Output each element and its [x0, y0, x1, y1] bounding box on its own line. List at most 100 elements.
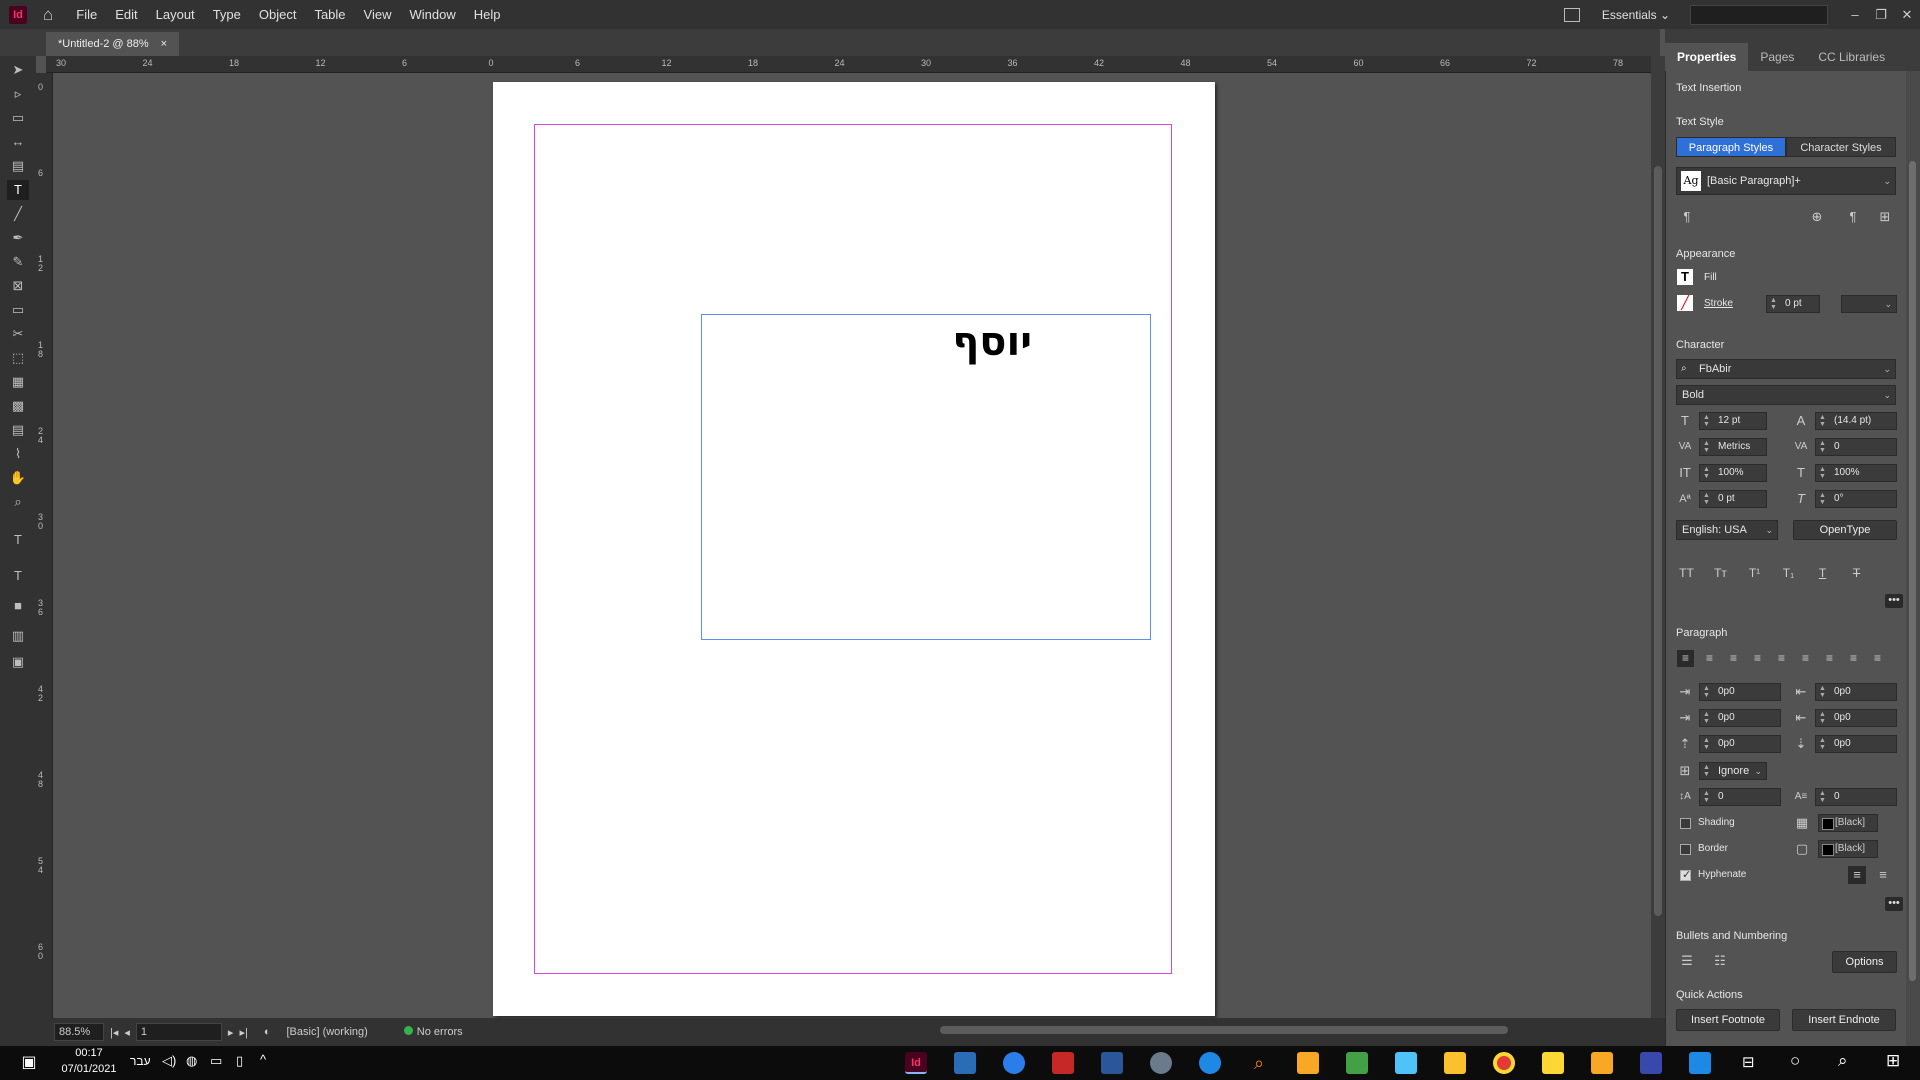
more-options-icon[interactable]: ••• — [1885, 594, 1903, 608]
paragraph-mark-icon[interactable]: ¶ — [1678, 208, 1696, 226]
clear-overrides-icon[interactable]: ¶ — [1844, 208, 1862, 226]
menu-window[interactable]: Window — [400, 7, 464, 22]
language-dropdown[interactable]: English: USA ⌄ — [1676, 520, 1778, 540]
menu-help[interactable]: Help — [465, 7, 510, 22]
last-line-indent-field[interactable]: ▲ ▼ 0p0 — [1815, 709, 1897, 727]
horizontal-scale-field[interactable]: ▲ ▼ 100% — [1815, 464, 1897, 482]
content-collector-icon[interactable]: ▤ — [7, 156, 29, 176]
preflight-status[interactable]: No errors — [403, 1026, 463, 1038]
vertical-scale-field[interactable]: ▲ ▼ 100% — [1699, 464, 1767, 482]
fill-stroke-icon[interactable]: T — [7, 530, 29, 550]
close-tab-icon[interactable]: × — [161, 38, 167, 50]
gradient-swatch-tool-icon[interactable]: ▦ — [7, 372, 29, 392]
drop-cap-lines-field[interactable]: ▲ ▼ 0 — [1699, 788, 1781, 806]
justify-all-icon[interactable]: ≡ — [1821, 650, 1838, 667]
options-button[interactable]: Options — [1832, 951, 1897, 973]
zoom-tool-icon[interactable]: ⌕ — [7, 492, 29, 512]
windows-start-icon[interactable]: ⊞ — [1886, 1051, 1900, 1071]
small-caps-icon[interactable]: Tт — [1712, 565, 1729, 582]
home-icon[interactable]: ⌂ — [43, 5, 53, 25]
font-family-dropdown[interactable]: ⌕ FbAbir ⌄ — [1676, 359, 1896, 379]
font-size-field[interactable]: ▲ ▼ 12 pt — [1699, 412, 1767, 430]
menu-file[interactable]: File — [67, 7, 106, 22]
space-before-field[interactable]: ▲ ▼ 0p0 — [1699, 735, 1781, 753]
strikethrough-icon[interactable]: T — [1848, 565, 1865, 582]
hyphenate-checkbox[interactable] — [1680, 868, 1691, 881]
type-tool-icon[interactable]: T — [7, 180, 29, 200]
stroke-label[interactable]: Stroke — [1704, 298, 1733, 309]
screen-mode-icon[interactable]: ▣ — [7, 652, 29, 672]
selection-tool-icon[interactable]: ➤ — [7, 60, 29, 80]
taskbar-word-icon[interactable] — [1101, 1052, 1123, 1074]
bulleted-list-icon[interactable]: ☰ — [1678, 952, 1696, 970]
share-icon[interactable] — [1563, 7, 1580, 22]
menu-edit[interactable]: Edit — [106, 7, 146, 22]
align-away-spine-icon[interactable]: ≡ — [1869, 650, 1886, 667]
taskbar-editor-icon[interactable] — [1346, 1052, 1368, 1074]
insert-endnote-button[interactable]: Insert Endnote — [1792, 1009, 1896, 1031]
taskbar-winrar-icon[interactable] — [1052, 1052, 1074, 1074]
paragraph-styles-tab[interactable]: Paragraph Styles — [1676, 137, 1786, 157]
stroke-swatch-icon[interactable]: ╱ — [1677, 295, 1693, 311]
frame-text[interactable]: יוסף — [952, 319, 1032, 365]
eyedropper-tool-icon[interactable]: ⌇ — [7, 444, 29, 464]
stroke-type-dropdown[interactable]: ⌄ — [1841, 295, 1897, 313]
stepper-icon[interactable]: ▲ ▼ — [1819, 440, 1826, 454]
vertical-scroll-thumb[interactable] — [1654, 166, 1662, 916]
cortana-icon[interactable]: ○ — [1790, 1051, 1800, 1071]
first-page-icon[interactable]: |◂ — [110, 1026, 118, 1039]
close-window-icon[interactable]: ✕ — [1894, 7, 1920, 23]
numbered-list-icon[interactable]: ☷ — [1711, 952, 1729, 970]
taskbar-indesign-icon[interactable]: Id — [905, 1052, 927, 1074]
line-tool-icon[interactable]: ╱ — [7, 204, 29, 224]
stepper-icon[interactable]: ▲ ▼ — [1819, 790, 1826, 804]
stepper-icon[interactable]: ▲ ▼ — [1703, 685, 1710, 699]
notification-icon[interactable]: ▣ — [18, 1052, 40, 1074]
border-settings-icon[interactable]: ▢ — [1793, 840, 1811, 858]
underline-icon[interactable]: T — [1814, 565, 1831, 582]
menu-table[interactable]: Table — [305, 7, 354, 22]
taskbar-app-icon[interactable] — [954, 1052, 976, 1074]
task-view-icon[interactable]: ⊟ — [1742, 1053, 1755, 1071]
hand-tool-icon[interactable]: ✋ — [7, 468, 29, 488]
horizontal-ruler[interactable]: 30 24 18 12 6 0 6 12 18 24 30 36 42 48 54 60 66 72 78 — [46, 56, 1651, 73]
previous-page-icon[interactable]: ◂ — [124, 1026, 130, 1039]
battery-icon[interactable]: ▭ — [210, 1053, 222, 1069]
taskbar-explorer-icon[interactable] — [1444, 1052, 1466, 1074]
vertical-scrollbar[interactable] — [1651, 56, 1665, 1018]
zoom-field[interactable]: 88.5% — [54, 1023, 104, 1041]
stepper-icon[interactable]: ▲ ▼ — [1703, 440, 1710, 454]
new-style-icon[interactable]: ⊕ — [1808, 208, 1826, 226]
right-indent-field[interactable]: ▲ ▼ 0p0 — [1815, 683, 1897, 701]
network-icon[interactable]: ◍ — [186, 1053, 197, 1069]
taskbar-folder-icon[interactable] — [1542, 1052, 1564, 1074]
baseline-shift-field[interactable]: ▲ ▼ 0 pt — [1699, 490, 1767, 508]
all-caps-icon[interactable]: TT — [1678, 565, 1695, 582]
next-page-icon[interactable]: ▸ — [228, 1026, 234, 1039]
taskbar-chrome-icon[interactable] — [1493, 1052, 1515, 1074]
fill-swatch-icon[interactable]: T — [1677, 269, 1693, 285]
preflight-profile-icon[interactable]: ◐ — [264, 1026, 271, 1038]
stepper-icon[interactable]: ▲ ▼ — [1819, 492, 1826, 506]
vertical-ruler[interactable]: 0 6 12 18 24 30 36 42 48 54 60 — [36, 73, 53, 1018]
workspace-switcher[interactable]: Essentials ⌄ — [1602, 8, 1670, 22]
taskbar-teamviewer-icon[interactable] — [1199, 1052, 1221, 1074]
tab-cc-libraries[interactable]: CC Libraries — [1806, 43, 1897, 71]
show-hidden-icons-chevron-icon[interactable]: ^ — [260, 1052, 266, 1067]
input-language[interactable]: עבר — [130, 1054, 151, 1068]
free-transform-tool-icon[interactable]: ⬚ — [7, 348, 29, 368]
stepper-icon[interactable]: ▲ ▼ — [1770, 297, 1777, 311]
gradient-feather-tool-icon[interactable]: ▩ — [7, 396, 29, 416]
tab-properties[interactable]: Properties — [1665, 43, 1749, 71]
stepper-icon[interactable]: ▲ ▼ — [1819, 414, 1826, 428]
stepper-icon[interactable]: ▲ ▼ — [1819, 466, 1826, 480]
document-tab[interactable]: *Untitled-2 @ 88% × — [46, 32, 180, 56]
stepper-icon[interactable]: ▲ ▼ — [1703, 711, 1710, 725]
panel-scroll-thumb[interactable] — [1909, 161, 1916, 981]
stepper-icon[interactable]: ▲ ▼ — [1703, 737, 1710, 751]
align-center-icon[interactable]: ≡ — [1701, 650, 1718, 667]
paragraph-style-dropdown[interactable]: Ag [Basic Paragraph]+ ⌄ — [1676, 167, 1896, 195]
view-mode-icon[interactable]: ▥ — [7, 626, 29, 646]
stepper-icon[interactable]: ▲ ▼ — [1703, 492, 1710, 506]
skew-field[interactable]: ▲ ▼ 0° — [1815, 490, 1897, 508]
